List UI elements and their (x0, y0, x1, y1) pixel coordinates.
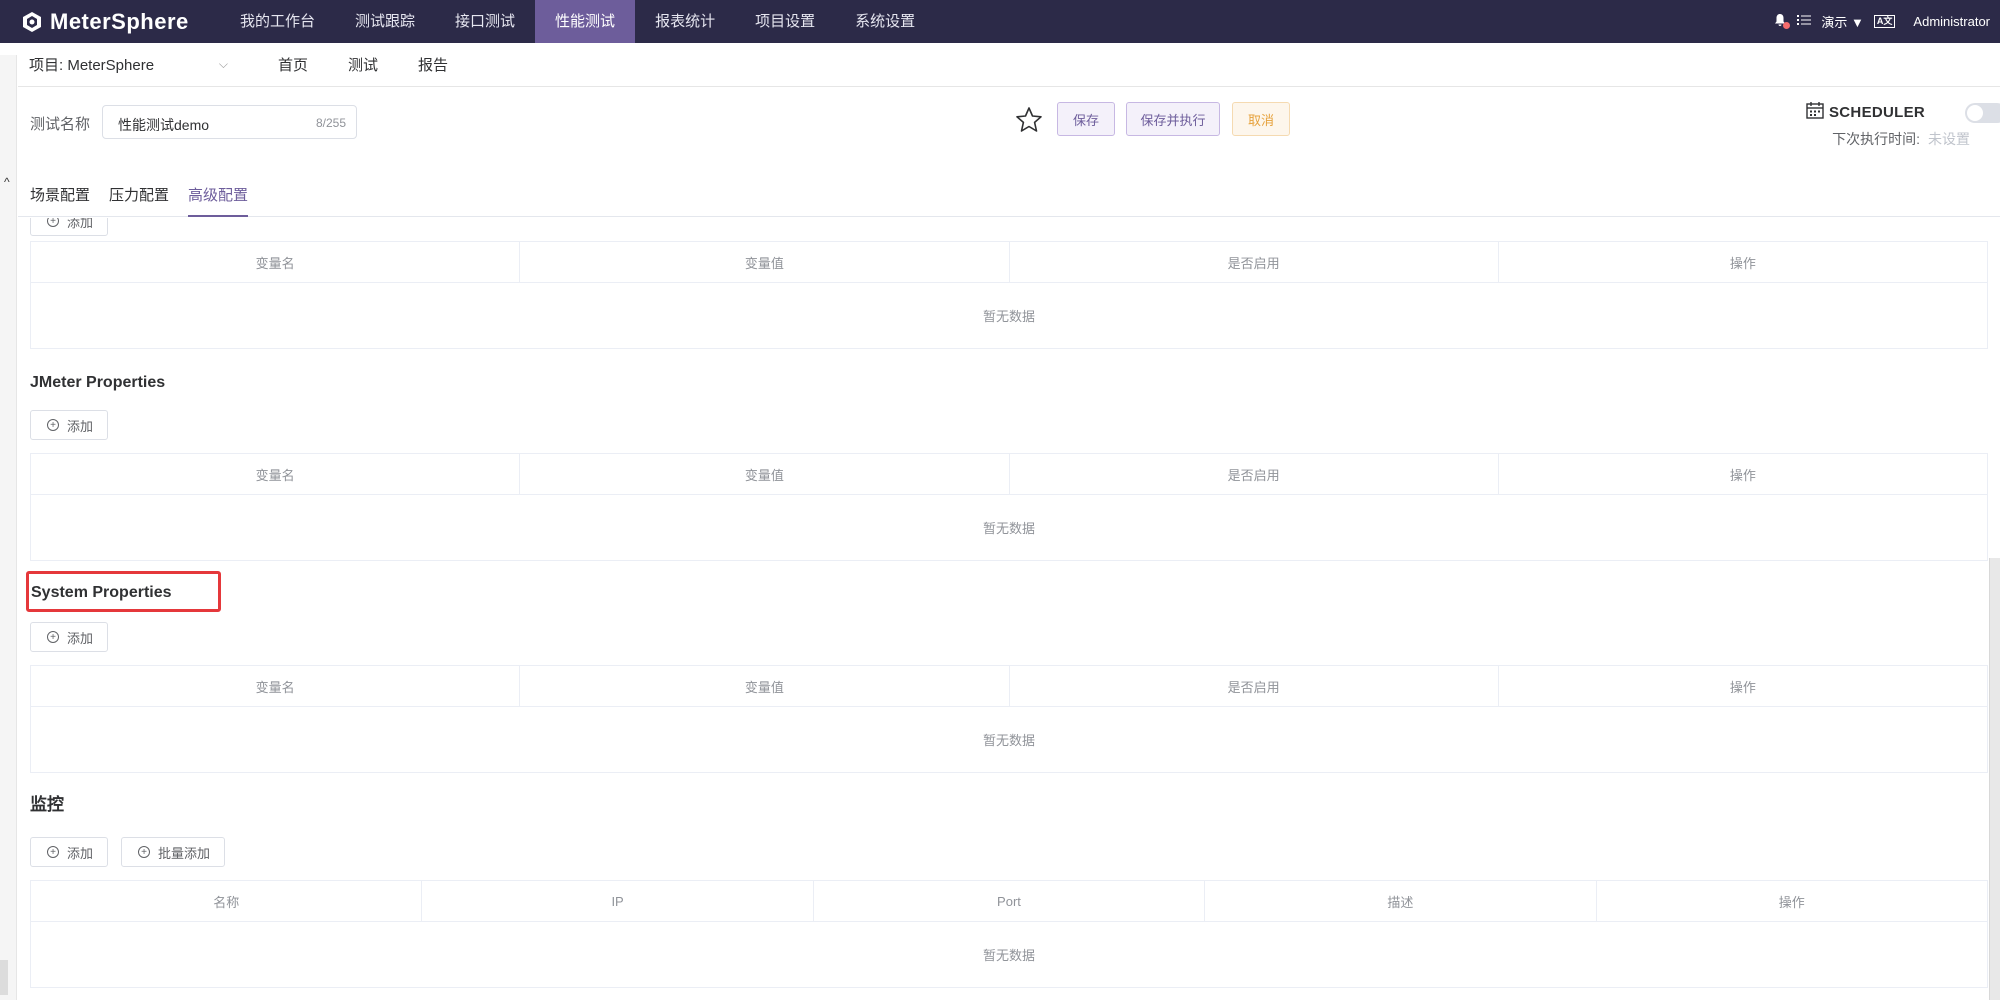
jmeter-properties-table: 变量名 变量值 是否启用 操作 暂无数据 (29, 453, 1989, 561)
empty-data: 暂无数据 (30, 706, 1988, 773)
next-execution: 下次执行时间: 未设置 (1832, 129, 1970, 149)
side-handle[interactable] (0, 960, 8, 995)
notification-bell-icon[interactable] (1773, 13, 1791, 30)
top-right-actions: 演示 ▼ A文 Administrator (1763, 0, 1990, 43)
add-circle-icon: + (47, 846, 59, 858)
test-name-count: 8/255 (315, 116, 346, 130)
menu-item-performance-test[interactable]: 性能测试 (535, 0, 636, 43)
column-header: 操作 (1497, 453, 1989, 495)
system-properties-table: 变量名 变量值 是否启用 操作 暂无数据 (29, 665, 1989, 773)
menu-item-reports[interactable]: 报表统计 (635, 0, 735, 43)
next-exec-value: 未设置 (1928, 131, 1970, 147)
test-name-value: 性能测试demo (118, 117, 210, 133)
column-header: 操作 (1595, 880, 1989, 922)
calendar-icon[interactable] (1805, 100, 1825, 120)
next-exec-label: 下次执行时间: (1832, 131, 1920, 147)
add-circle-icon: + (138, 846, 150, 858)
system-properties-label: System Properties (31, 584, 172, 601)
workspace-list-icon[interactable] (1797, 14, 1812, 29)
test-header: 测试名称 性能测试demo 8/255 保存 保存并执行 取消 SCHEDULE… (18, 92, 2000, 217)
column-header: 变量名 (29, 665, 521, 707)
column-header: 名称 (29, 880, 423, 922)
column-header: 变量值 (519, 665, 1010, 707)
monitor-title: 监控 (30, 795, 64, 814)
column-header: 是否启用 (1008, 665, 1499, 707)
column-header: 变量值 (519, 241, 1010, 283)
top-navigation: MeterSphere 我的工作台 测试跟踪 接口测试 性能测试 报表统计 项目… (0, 0, 2000, 43)
jmeter-add-button[interactable]: + 添加 (30, 410, 109, 440)
language-switch-icon[interactable]: A文 (1873, 15, 1896, 28)
language-glyph-icon: 文 (1883, 16, 1893, 26)
column-header: Port (812, 880, 1206, 922)
main-menu: 我的工作台 测试跟踪 接口测试 性能测试 报表统计 项目设置 系统设置 (220, 0, 935, 43)
column-header: 描述 (1204, 880, 1597, 922)
advanced-config-content: + 添加 变量名 变量值 是否启用 操作 暂无数据 JMeter Properti… (18, 218, 2000, 1000)
test-name-input[interactable]: 性能测试demo 8/255 (102, 105, 357, 139)
cancel-button[interactable]: 取消 (1232, 102, 1290, 136)
menu-item-test-tracking[interactable]: 测试跟踪 (335, 0, 435, 43)
monitor-add-button[interactable]: + 添加 (30, 837, 109, 867)
empty-data: 暂无数据 (30, 921, 1988, 988)
sub-navigation: 项目: MeterSphere ⌵ 首页 测试 报告 (18, 43, 2000, 87)
menu-item-workbench[interactable]: 我的工作台 (220, 0, 335, 43)
caret-down-icon: ▼ (1851, 15, 1864, 30)
monitor-batch-add-button[interactable]: + 批量添加 (121, 837, 226, 867)
empty-data: 暂无数据 (30, 282, 1988, 349)
column-header: 变量名 (29, 241, 521, 283)
subnav-test[interactable]: 测试 (348, 54, 378, 75)
add-label: 添加 (67, 845, 94, 861)
add-circle-icon: + (47, 419, 59, 431)
chevron-down-icon: ⌵ (218, 57, 228, 71)
subnav-home[interactable]: 首页 (278, 54, 308, 75)
scheduler-toggle[interactable] (1965, 103, 2000, 123)
tab-scenario-config[interactable]: 场景配置 (30, 176, 90, 216)
favorite-star-icon[interactable] (1014, 105, 1044, 135)
column-header: 操作 (1497, 665, 1989, 707)
column-header: 变量值 (519, 453, 1010, 495)
brand[interactable]: MeterSphere (20, 9, 200, 35)
menu-item-project-settings[interactable]: 项目设置 (735, 0, 835, 43)
vertical-scrollbar[interactable] (1989, 558, 2000, 1000)
column-header: 是否启用 (1008, 241, 1499, 283)
column-header: 操作 (1497, 241, 1989, 283)
project-selector[interactable]: 项目: MeterSphere ⌵ (18, 54, 238, 75)
workspace-name: 演示 (1821, 15, 1848, 30)
subnav-report[interactable]: 报告 (418, 54, 448, 75)
scheduler-label[interactable]: SCHEDULER (1829, 104, 1925, 121)
tab-advanced-config[interactable]: 高级配置 (188, 176, 249, 217)
project-name: 项目: MeterSphere (29, 57, 155, 74)
system-add-button[interactable]: + 添加 (30, 622, 109, 652)
column-header: IP (421, 880, 814, 922)
config-tabs: 场景配置 压力配置 高级配置 (18, 176, 2000, 217)
metersphere-logo-icon (23, 11, 41, 32)
collapse-caret-icon[interactable]: ^ (4, 175, 10, 189)
main-content: 测试名称 性能测试demo 8/255 保存 保存并执行 取消 SCHEDULE… (18, 92, 2000, 1000)
user-menu[interactable]: Administrator (1913, 14, 1990, 29)
add-circle-icon: + (47, 631, 59, 643)
add-label: 添加 (67, 630, 94, 646)
batch-add-label: 批量添加 (158, 845, 211, 861)
empty-data: 暂无数据 (30, 494, 1988, 561)
workspace-switcher[interactable]: 演示 ▼ (1821, 12, 1864, 31)
jmeter-properties-title: JMeter Properties (30, 374, 166, 391)
save-button[interactable]: 保存 (1057, 102, 1115, 136)
menu-item-system-settings[interactable]: 系统设置 (835, 0, 935, 43)
left-edge-panel: ^ (0, 55, 17, 1000)
test-name-label: 测试名称 (30, 116, 91, 133)
column-header: 变量名 (29, 453, 521, 495)
column-header: 是否启用 (1008, 453, 1499, 495)
save-and-run-button[interactable]: 保存并执行 (1126, 102, 1220, 136)
add-label: 添加 (67, 418, 94, 434)
add-circle-icon: + (47, 218, 59, 227)
tab-pressure-config[interactable]: 压力配置 (109, 176, 169, 216)
brand-name: MeterSphere (50, 8, 189, 34)
monitor-table: 名称 IP Port 描述 操作 暂无数据 (29, 880, 1989, 988)
add-label: 添加 (67, 218, 94, 230)
menu-item-api-test[interactable]: 接口测试 (435, 0, 535, 43)
variables-table-top: 变量名 变量值 是否启用 操作 暂无数据 (29, 241, 1989, 349)
system-properties-title: System Properties (26, 571, 221, 612)
add-button-top[interactable]: + 添加 (30, 218, 109, 236)
